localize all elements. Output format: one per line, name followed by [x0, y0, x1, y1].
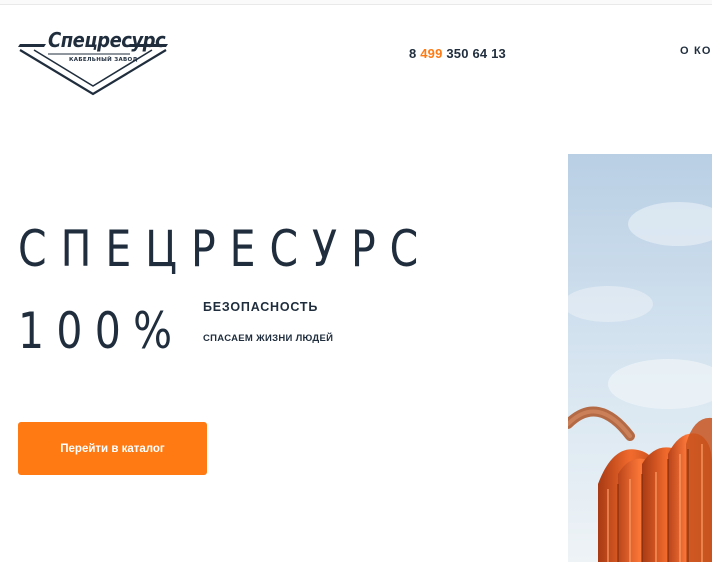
- logo[interactable]: Спецресурс КАБЕЛЬНЫЙ ЗАВОД: [18, 28, 168, 96]
- phone-number: 350 64 13: [442, 46, 506, 61]
- logo-subtitle: КАБЕЛЬНЫЙ ЗАВОД: [69, 57, 138, 63]
- page: Спецресурс КАБЕЛЬНЫЙ ЗАВОД 8 499 350 64 …: [0, 0, 712, 580]
- phone-link[interactable]: 8 499 350 64 13: [409, 46, 506, 61]
- hero-image: [568, 154, 712, 562]
- cable-coil-image: [568, 154, 712, 562]
- top-divider: [0, 0, 712, 5]
- hero-safety-label: БЕЗОПАСНОСТЬ: [203, 300, 319, 314]
- hero-percent: 100%: [18, 302, 185, 360]
- catalog-button[interactable]: Перейти в каталог: [18, 422, 207, 475]
- hero-title: СПЕЦРЕСУРС: [18, 220, 433, 278]
- nav-item-about[interactable]: О КОМ: [680, 45, 712, 57]
- phone-code: 499: [420, 46, 443, 61]
- logo-title: Спецресурс: [48, 28, 166, 52]
- phone-prefix: 8: [409, 46, 421, 61]
- hero-slogan: СПАСАЕМ ЖИЗНИ ЛЮДЕЙ: [203, 333, 334, 344]
